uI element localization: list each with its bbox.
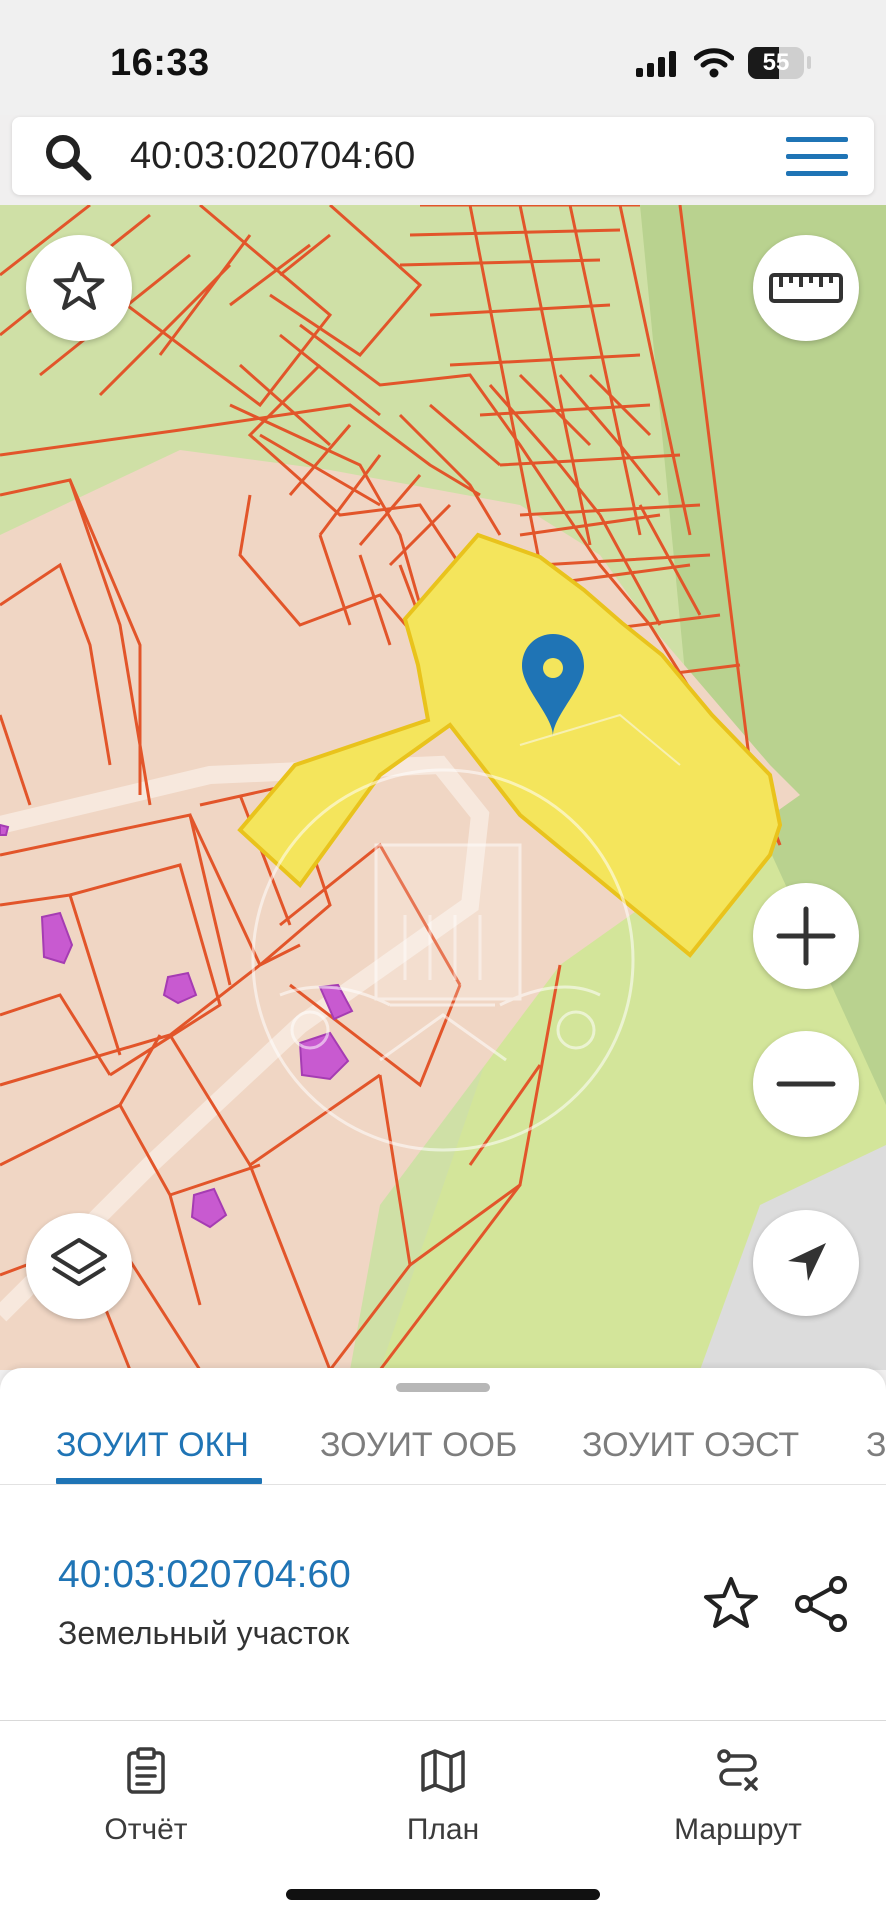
active-tab-indicator [56,1478,262,1484]
map-plan-icon [421,1749,465,1793]
tab-zouit-oob[interactable]: ЗОУИТ ООБ [320,1426,517,1465]
nav-plan-label: План [406,1813,480,1846]
layers-button[interactable] [26,1213,132,1319]
nav-plan[interactable]: План [343,1747,543,1847]
nav-report-label: Отчёт [104,1813,188,1846]
star-icon [53,262,105,310]
minus-icon [776,1081,836,1087]
search-icon[interactable] [42,131,94,183]
nav-route-label: Маршрут [674,1813,802,1846]
plus-icon [776,906,836,966]
favorite-map-button[interactable] [26,235,132,341]
layers-icon [51,1238,107,1286]
ruler-icon [769,273,843,303]
cadastral-map[interactable] [0,205,886,1370]
status-time: 16:33 [110,42,210,84]
object-type: Земельный участок [58,1615,350,1651]
hamburger-menu-icon[interactable] [784,135,850,179]
cadastral-number[interactable]: 40:03:020704:60 [58,1553,351,1597]
tab-zouit-oest[interactable]: ЗОУИТ ОЭСТ [582,1426,799,1465]
tab-next-cut[interactable]: З [866,1426,886,1465]
report-clipboard-icon [127,1747,165,1794]
search-bar[interactable] [12,117,874,195]
nav-report[interactable]: Отчёт [46,1747,246,1847]
home-indicator [286,1889,600,1900]
signal-icon [636,51,676,77]
battery-icon: 55 [748,47,804,79]
search-input[interactable] [130,117,730,195]
zone-tabs: ЗОУИТ ОКН ЗОУИТ ООБ ЗОУИТ ОЭСТ З [0,1408,886,1485]
battery-level: 55 [762,49,790,76]
zoom-out-button[interactable] [753,1031,859,1137]
tab-zouit-okn[interactable]: ЗОУИТ ОКН [56,1426,249,1465]
battery-tip [807,56,811,69]
zoom-in-button[interactable] [753,883,859,989]
ruler-button[interactable] [753,235,859,341]
my-location-button[interactable] [753,1210,859,1316]
drag-handle[interactable] [396,1383,490,1392]
nav-route[interactable]: Маршрут [638,1747,838,1847]
star-icon[interactable] [700,1573,762,1635]
map-view[interactable] [0,205,886,1370]
navigation-arrow-icon [788,1243,826,1281]
share-icon[interactable] [790,1573,852,1635]
route-icon [717,1749,758,1791]
wifi-icon [694,48,734,78]
status-bar: 16:33 55 [0,0,886,115]
